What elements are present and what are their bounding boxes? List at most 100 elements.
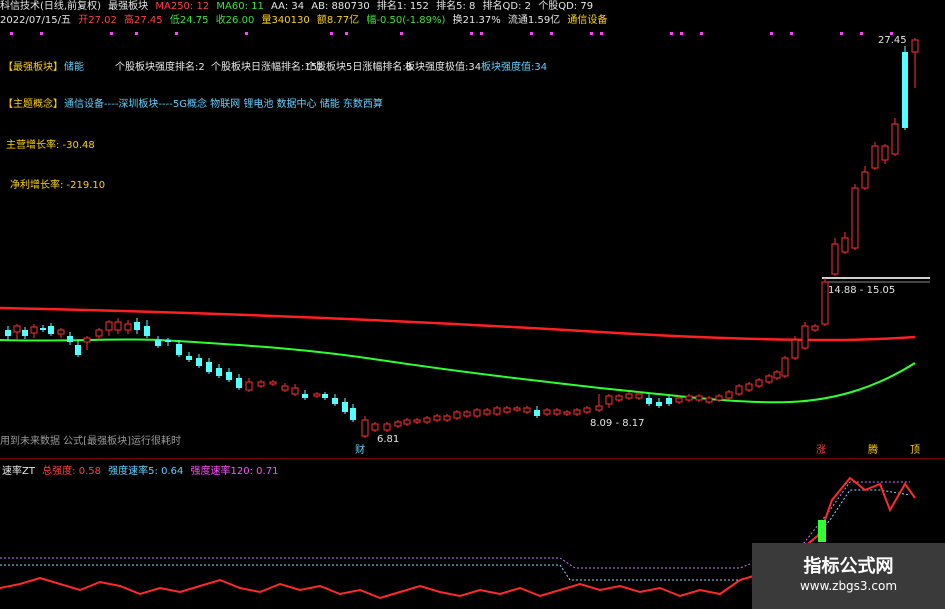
sector-strength-extreme: 板块强度极值:34 xyxy=(405,62,482,73)
future-data-notice: 用到未来数据 公式[最强板块]运行很耗时 xyxy=(0,436,181,447)
top-marker-dot xyxy=(770,32,773,35)
candle-body xyxy=(443,415,451,421)
candle-body xyxy=(891,123,899,155)
low-price-label: 6.81 xyxy=(377,434,400,445)
candle-body xyxy=(371,423,379,431)
top-marker-dot xyxy=(345,32,348,35)
candle-body xyxy=(75,345,81,355)
candle-body xyxy=(291,387,299,395)
candle-body xyxy=(675,397,683,403)
candle-body xyxy=(302,394,308,398)
candle-body xyxy=(625,393,633,399)
candle-body xyxy=(666,398,672,404)
candle-body xyxy=(165,340,171,342)
candle-body xyxy=(725,391,733,399)
top-marker-dot xyxy=(790,32,793,35)
candle-body xyxy=(281,385,289,391)
candle-body xyxy=(236,378,242,388)
ma60-line xyxy=(0,338,916,404)
candle-body xyxy=(861,171,869,189)
range-label: 14.88 - 15.05 xyxy=(828,285,896,296)
candle-body xyxy=(605,395,613,405)
top-marker-dot xyxy=(10,32,13,35)
candle-body xyxy=(22,330,28,336)
top-marker-dot xyxy=(840,32,843,35)
candle-body xyxy=(553,409,561,415)
candle-body xyxy=(67,336,73,342)
candle-body xyxy=(342,402,348,412)
candle-body xyxy=(503,407,511,413)
candle-body xyxy=(40,328,46,330)
candle-body xyxy=(765,375,773,383)
strength-rate5-label: 强度速率5: 0.64 xyxy=(108,466,184,477)
candle-body xyxy=(705,397,713,403)
candle-body xyxy=(196,358,202,366)
candle-body xyxy=(831,243,839,275)
candle-body xyxy=(394,421,402,427)
candle-body xyxy=(453,411,461,419)
candle-body xyxy=(403,419,411,425)
candle-body xyxy=(463,411,471,417)
candle-body xyxy=(257,381,265,387)
candle-body xyxy=(245,381,253,391)
marker-hot: 腾 xyxy=(868,445,878,456)
top-marker-dot xyxy=(700,32,703,35)
candle-body xyxy=(413,419,421,423)
candles-group xyxy=(5,38,919,438)
candlestick-chart[interactable] xyxy=(0,0,945,609)
total-strength-label: 总强度: 0.58 xyxy=(42,466,101,477)
candle-body xyxy=(433,415,441,421)
candle-body xyxy=(186,356,192,360)
candle-body xyxy=(350,408,356,420)
panel-divider[interactable] xyxy=(0,458,945,459)
top-marker-dot xyxy=(860,32,863,35)
candle-body xyxy=(615,395,623,401)
candle-body xyxy=(635,393,643,399)
candle-body xyxy=(124,323,132,331)
candle-body xyxy=(206,362,212,372)
candle-body xyxy=(95,329,103,337)
marker-rise: 涨 xyxy=(816,445,826,456)
candle-body xyxy=(791,339,799,359)
candle-body xyxy=(773,371,781,379)
candle-body xyxy=(144,326,150,336)
top-marker-dot xyxy=(550,32,553,35)
strongest-sector-tag: 【最强板块】 xyxy=(3,62,63,73)
finance-marker[interactable]: 财 xyxy=(355,445,365,457)
candle-body xyxy=(563,411,571,415)
top-marker-dot xyxy=(245,32,248,35)
strongest-sector-value: 储能 xyxy=(64,62,84,73)
top-marker-dot xyxy=(400,32,403,35)
candle-body xyxy=(134,322,140,330)
candle-body xyxy=(332,398,338,404)
candle-body xyxy=(513,407,521,411)
top-marker-dot xyxy=(175,32,178,35)
low-range-label: 8.09 - 8.17 xyxy=(590,418,645,429)
candle-body xyxy=(534,410,540,416)
subchart-header: 速率ZT 总强度: 0.58 强度速率5: 0.64 强度速率120: 0.71 xyxy=(2,462,282,477)
candle-body xyxy=(423,417,431,423)
stock-sector-rank: 个股板块强度排名:2 xyxy=(115,62,205,73)
top-marker-dot xyxy=(470,32,473,35)
candle-body xyxy=(715,395,723,401)
candle-body xyxy=(801,325,809,349)
candle-body xyxy=(383,423,391,431)
candle-body xyxy=(543,409,551,415)
profit-growth: 净利增长率: -219.10 xyxy=(10,180,106,191)
candle-body xyxy=(57,329,65,335)
candle-body xyxy=(269,381,277,385)
top-marker-dot xyxy=(40,32,43,35)
candle-body xyxy=(226,372,232,380)
candle-body xyxy=(871,145,879,169)
candle-body xyxy=(745,383,753,391)
candle-body xyxy=(361,419,369,437)
candle-body xyxy=(595,405,603,411)
candle-body xyxy=(83,337,91,343)
sub-signal-bar xyxy=(818,520,826,542)
top-marker-dots xyxy=(10,32,893,35)
subchart-title[interactable]: 速率ZT xyxy=(2,466,35,477)
top-marker-dot xyxy=(530,32,533,35)
candle-body xyxy=(841,237,849,253)
candle-body xyxy=(656,402,662,406)
candle-body xyxy=(48,326,54,334)
